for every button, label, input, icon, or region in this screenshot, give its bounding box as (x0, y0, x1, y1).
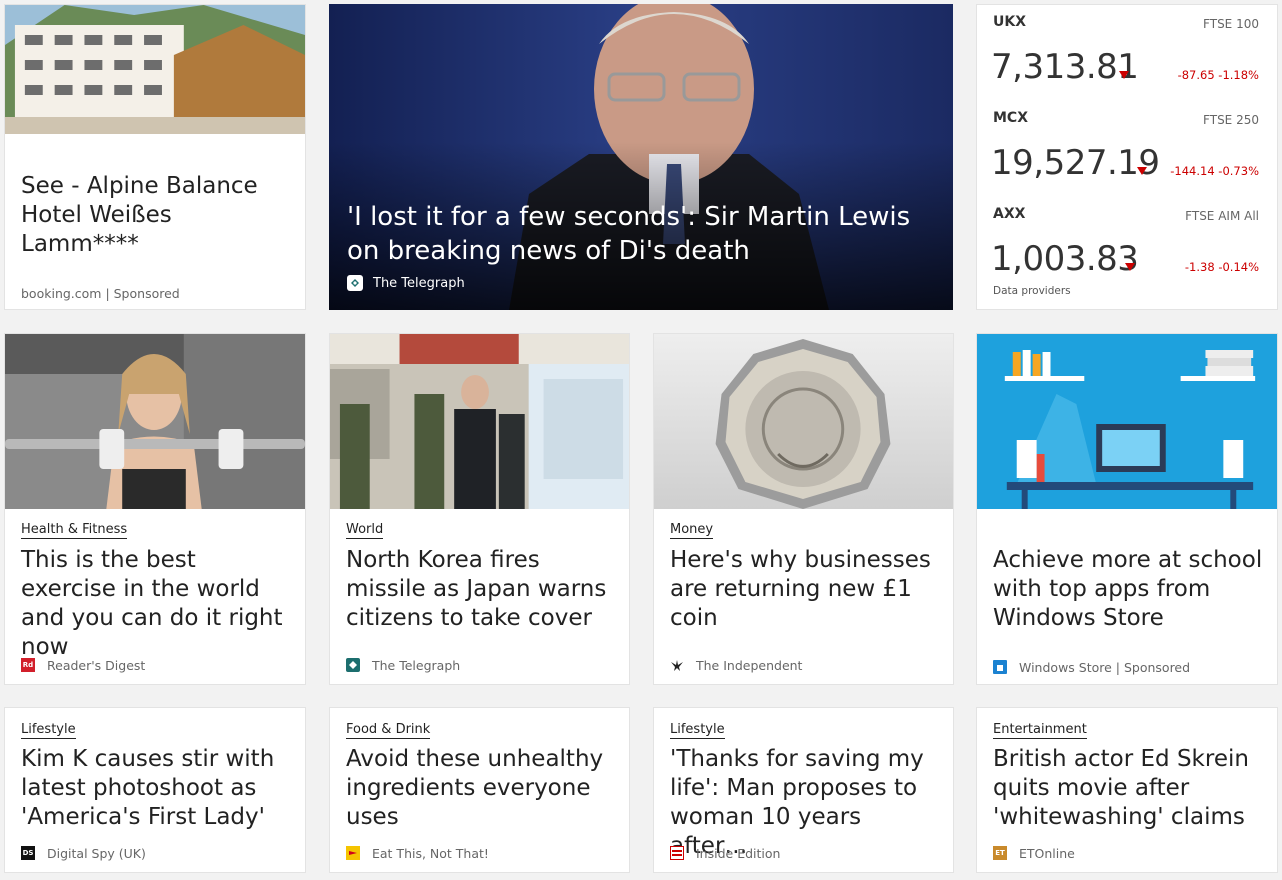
article-category[interactable]: Food & Drink (346, 722, 431, 739)
article-source: The Independent (670, 657, 802, 673)
stock-change: -1.38 -0.14% (1184, 260, 1259, 274)
article-category[interactable]: Lifestyle (670, 722, 725, 739)
article-title: This is the best exercise in the world a… (21, 547, 283, 660)
article-title: North Korea fires missile as Japan warns… (346, 547, 607, 631)
article-source-label: The Telegraph (372, 657, 461, 673)
etonline-logo-icon: ET (993, 846, 1007, 860)
down-triangle-icon (1125, 263, 1135, 271)
desk-illustration-image (977, 334, 1277, 509)
article-source: Inside Edition (670, 845, 780, 861)
article-title: 'Thanks for saving my life': Man propose… (670, 746, 924, 859)
hero-title: 'I lost it for a few seconds': Sir Marti… (347, 202, 911, 266)
stock-change: -144.14 -0.73% (1170, 164, 1259, 178)
pound-coin-image (654, 334, 953, 509)
stock-index: FTSE 250 (1203, 113, 1259, 127)
article-source-label: Inside Edition (696, 845, 781, 861)
stock-code: MCX (993, 110, 1028, 126)
store-bag-icon (993, 660, 1007, 674)
article-source: Eat This, Not That! (346, 845, 489, 861)
article-source: ET ETOnline (993, 845, 1075, 861)
stock-code: UKX (993, 14, 1027, 30)
stock-value: 19,527.19 (991, 143, 1160, 183)
down-triangle-icon (1119, 71, 1129, 79)
ad-card-windows-store[interactable]: Achieve more at school with top apps fro… (976, 333, 1278, 685)
article-card-kim-k[interactable]: Lifestyle Kim K causes stir with latest … (4, 707, 306, 873)
inside-edition-logo-icon (670, 846, 684, 860)
article-card-fitness[interactable]: Health & Fitness This is the best exerci… (4, 333, 306, 685)
stock-index: FTSE 100 (1203, 17, 1259, 31)
stock-change: -87.65 -1.18% (1177, 68, 1259, 82)
article-source-label: Digital Spy (UK) (47, 845, 146, 861)
article-card-ed-skrein[interactable]: Entertainment British actor Ed Skrein qu… (976, 707, 1278, 873)
article-title: Avoid these unhealthy ingredients everyo… (346, 746, 604, 830)
eagle-icon (670, 658, 684, 672)
ad-source: Windows Store | Sponsored (993, 659, 1190, 675)
stock-index: FTSE AIM All (1185, 209, 1259, 223)
ad-title: Achieve more at school with top apps fro… (993, 547, 1263, 631)
article-card-north-korea[interactable]: World North Korea fires missile as Japan… (329, 333, 630, 685)
article-title: Kim K causes stir with latest photoshoot… (21, 746, 275, 830)
article-card-proposal[interactable]: Lifestyle 'Thanks for saving my life': M… (653, 707, 954, 873)
ad-source-label: booking.com | Sponsored (21, 285, 180, 301)
eat-this-logo-icon (346, 846, 360, 860)
readers-digest-logo-icon: Rd (21, 658, 35, 672)
article-category[interactable]: World (346, 522, 384, 539)
article-source: DS Digital Spy (UK) (21, 845, 146, 861)
article-source-label: The Independent (696, 657, 803, 673)
north-korea-image (330, 334, 629, 509)
article-source: The Telegraph (346, 657, 460, 673)
stocks-card[interactable]: UKX FTSE 100 7,313.81 -87.65 -1.18% MCX … (976, 4, 1278, 310)
telegraph-logo-icon (347, 275, 363, 291)
article-category[interactable]: Lifestyle (21, 722, 76, 739)
ad-card-hotel[interactable]: See - Alpine Balance Hotel Weißes Lamm**… (4, 4, 306, 310)
article-category[interactable]: Health & Fitness (21, 522, 128, 539)
down-triangle-icon (1137, 167, 1147, 175)
article-source-label: Reader's Digest (47, 657, 146, 673)
article-source-label: Eat This, Not That! (372, 845, 489, 861)
stock-value: 1,003.83 (991, 239, 1139, 279)
hotel-image (5, 5, 305, 134)
article-card-food[interactable]: Food & Drink Avoid these unhealthy ingre… (329, 707, 630, 873)
hero-source-label: The Telegraph (373, 275, 465, 291)
stock-code: AXX (993, 206, 1026, 222)
hero-source: The Telegraph (347, 275, 465, 291)
article-card-money[interactable]: Money Here's why businesses are returnin… (653, 333, 954, 685)
digital-spy-logo-icon: DS (21, 846, 35, 860)
hero-card[interactable]: 'I lost it for a few seconds': Sir Marti… (329, 4, 953, 310)
ad-source-label: Windows Store | Sponsored (1019, 659, 1191, 675)
article-category[interactable]: Money (670, 522, 714, 539)
telegraph-logo-icon (346, 658, 360, 672)
article-category[interactable]: Entertainment (993, 722, 1087, 739)
article-source-label: ETOnline (1019, 845, 1075, 861)
article-source: Rd Reader's Digest (21, 657, 145, 673)
data-providers-link[interactable]: Data providers (993, 285, 1071, 297)
article-title: British actor Ed Skrein quits movie afte… (993, 746, 1249, 830)
ad-source: booking.com | Sponsored (21, 285, 180, 301)
fitness-image (5, 334, 305, 509)
ad-title: See - Alpine Balance Hotel Weißes Lamm**… (21, 173, 258, 257)
stock-value: 7,313.81 (991, 47, 1139, 87)
article-title: Here's why businesses are returning new … (670, 547, 931, 631)
